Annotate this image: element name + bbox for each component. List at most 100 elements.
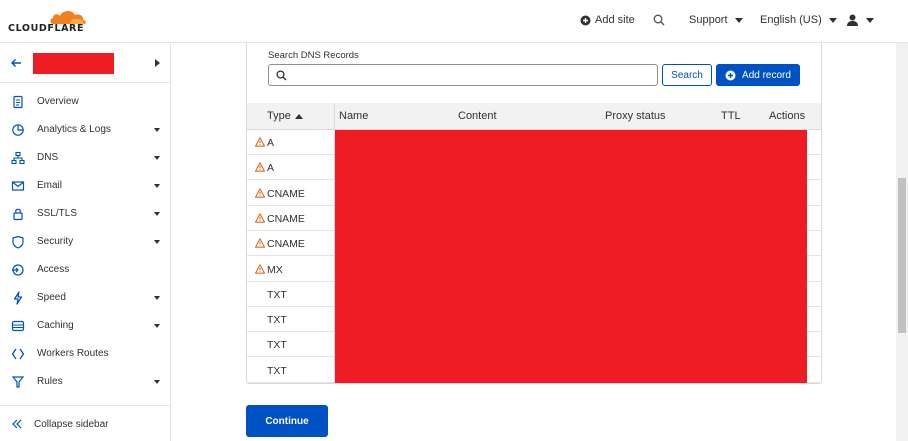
sidebar-item-caching[interactable]: Caching (0, 315, 170, 337)
sidebar-item-access[interactable]: Access (0, 259, 170, 281)
continue-button[interactable]: Continue (246, 405, 328, 437)
add-record-button[interactable]: Add record (716, 64, 800, 86)
sidebar-item-label: Workers Routes (37, 348, 109, 359)
record-type: TXT (267, 339, 287, 352)
sidebar-item-rules[interactable]: Rules (0, 371, 170, 393)
lightning-icon (13, 291, 23, 305)
add-site-label: Add site (595, 14, 635, 26)
sidebar-item-label: Caching (37, 320, 74, 331)
warning-icon (255, 263, 265, 274)
user-menu[interactable] (846, 14, 874, 26)
network-icon (11, 151, 25, 165)
support-label: Support (689, 14, 728, 26)
record-type: A (267, 137, 275, 149)
back-arrow-icon[interactable] (10, 57, 22, 69)
collapse-sidebar-button[interactable]: Collapse sidebar (0, 405, 170, 441)
sidebar-item-security[interactable]: Security (0, 231, 170, 253)
plus-circle-icon (580, 15, 591, 25)
search-dns-input[interactable] (291, 67, 651, 83)
chevron-down-icon (828, 17, 837, 23)
search-icon (653, 14, 665, 26)
sidebar-item-workers-routes[interactable]: Workers Routes (0, 343, 170, 365)
double-chevron-left-icon (12, 419, 22, 429)
add-site-link[interactable]: Add site (580, 14, 635, 26)
sidebar-item-label: Overview (37, 96, 79, 107)
record-type: CNAME (267, 212, 305, 225)
warning-icon (255, 238, 265, 248)
lock-icon (13, 208, 23, 221)
column-header-name[interactable]: Name (339, 110, 368, 122)
column-header-proxy-status: Proxy status (605, 110, 666, 122)
search-box[interactable] (268, 64, 658, 86)
chevron-down-icon (154, 324, 160, 328)
warning-icon (255, 137, 265, 147)
search-label: Search DNS Records (268, 50, 359, 61)
chevron-right-icon (155, 59, 160, 67)
search-icon (276, 70, 287, 81)
sidebar-item-speed[interactable]: Speed (0, 287, 170, 309)
cloudflare-logo[interactable]: CLOUDFLARE (8, 8, 86, 36)
language-menu[interactable]: English (US) (760, 14, 837, 26)
main-content: Search DNS Records Search Add record Typ… (172, 43, 896, 441)
scrollbar-thumb[interactable] (898, 178, 906, 333)
record-type: CNAME (267, 238, 305, 251)
account-selector[interactable] (0, 43, 170, 83)
chevron-down-icon (154, 240, 160, 244)
record-type: TXT (267, 364, 287, 377)
sort-ascending-icon (294, 113, 303, 119)
chevron-down-icon (154, 380, 160, 384)
column-header-actions: Actions (769, 110, 806, 122)
chevron-down-icon (154, 128, 160, 132)
chevron-down-icon (154, 184, 160, 188)
plus-circle-icon (725, 70, 736, 80)
search-nav-button[interactable] (653, 14, 665, 26)
warning-icon (255, 213, 265, 223)
chevron-down-icon (154, 296, 160, 300)
column-header-label: Type (267, 110, 291, 122)
dns-records-card: Search DNS Records Search Add record Typ… (246, 43, 822, 384)
warning-icon (255, 187, 265, 198)
top-navigation-bar: CLOUDFLARE Add site Support English (US) (0, 0, 908, 43)
redacted-account-name (33, 53, 114, 74)
column-header-ttl[interactable]: TTL (721, 110, 741, 122)
chevron-down-icon (734, 17, 743, 23)
sidebar-item-label: Speed (37, 292, 66, 303)
sidebar-item-label: DNS (37, 152, 59, 163)
caching-icon (11, 320, 25, 332)
redacted-records-content (335, 130, 807, 383)
collapse-sidebar-label: Collapse sidebar (34, 419, 109, 430)
support-menu[interactable]: Support (689, 14, 743, 26)
record-type: TXT (267, 288, 287, 301)
warning-icon (255, 162, 265, 173)
sidebar-item-email[interactable]: Email (0, 175, 170, 197)
sidebar-item-label: Analytics & Logs (37, 124, 111, 135)
add-record-label: Add record (742, 69, 791, 81)
sidebar-item-label: Access (37, 264, 70, 275)
search-button[interactable]: Search (662, 64, 712, 86)
sidebar-item-label: Rules (37, 376, 63, 387)
chevron-down-icon (154, 212, 160, 216)
shield-icon (12, 235, 24, 249)
column-header-content[interactable]: Content (458, 110, 497, 122)
sidebar-item-analytics[interactable]: Analytics & Logs (0, 119, 170, 141)
rules-icon (11, 376, 25, 388)
sidebar-item-label: Email (37, 180, 63, 191)
document-icon (13, 95, 23, 109)
record-type: MX (267, 263, 283, 276)
record-type: A (267, 162, 275, 175)
sidebar-item-label: SSL/TLS (37, 208, 78, 219)
language-label: English (US) (760, 14, 822, 26)
record-type: TXT (267, 314, 287, 327)
email-icon (11, 181, 25, 191)
sidebar-item-overview[interactable]: Overview (0, 91, 170, 113)
workers-icon (11, 348, 25, 360)
chart-icon (12, 124, 24, 136)
brand-wordmark: CLOUDFLARE (8, 23, 85, 34)
record-type: CNAME (267, 187, 305, 200)
sidebar: Overview Analytics & Logs DNS Email SSL/… (0, 43, 171, 441)
chevron-down-icon (154, 156, 160, 160)
sidebar-item-ssl-tls[interactable]: SSL/TLS (0, 203, 170, 225)
column-header-type[interactable]: Type (267, 110, 303, 122)
page-scrollbar[interactable] (896, 43, 908, 441)
sidebar-item-dns[interactable]: DNS (0, 147, 170, 169)
